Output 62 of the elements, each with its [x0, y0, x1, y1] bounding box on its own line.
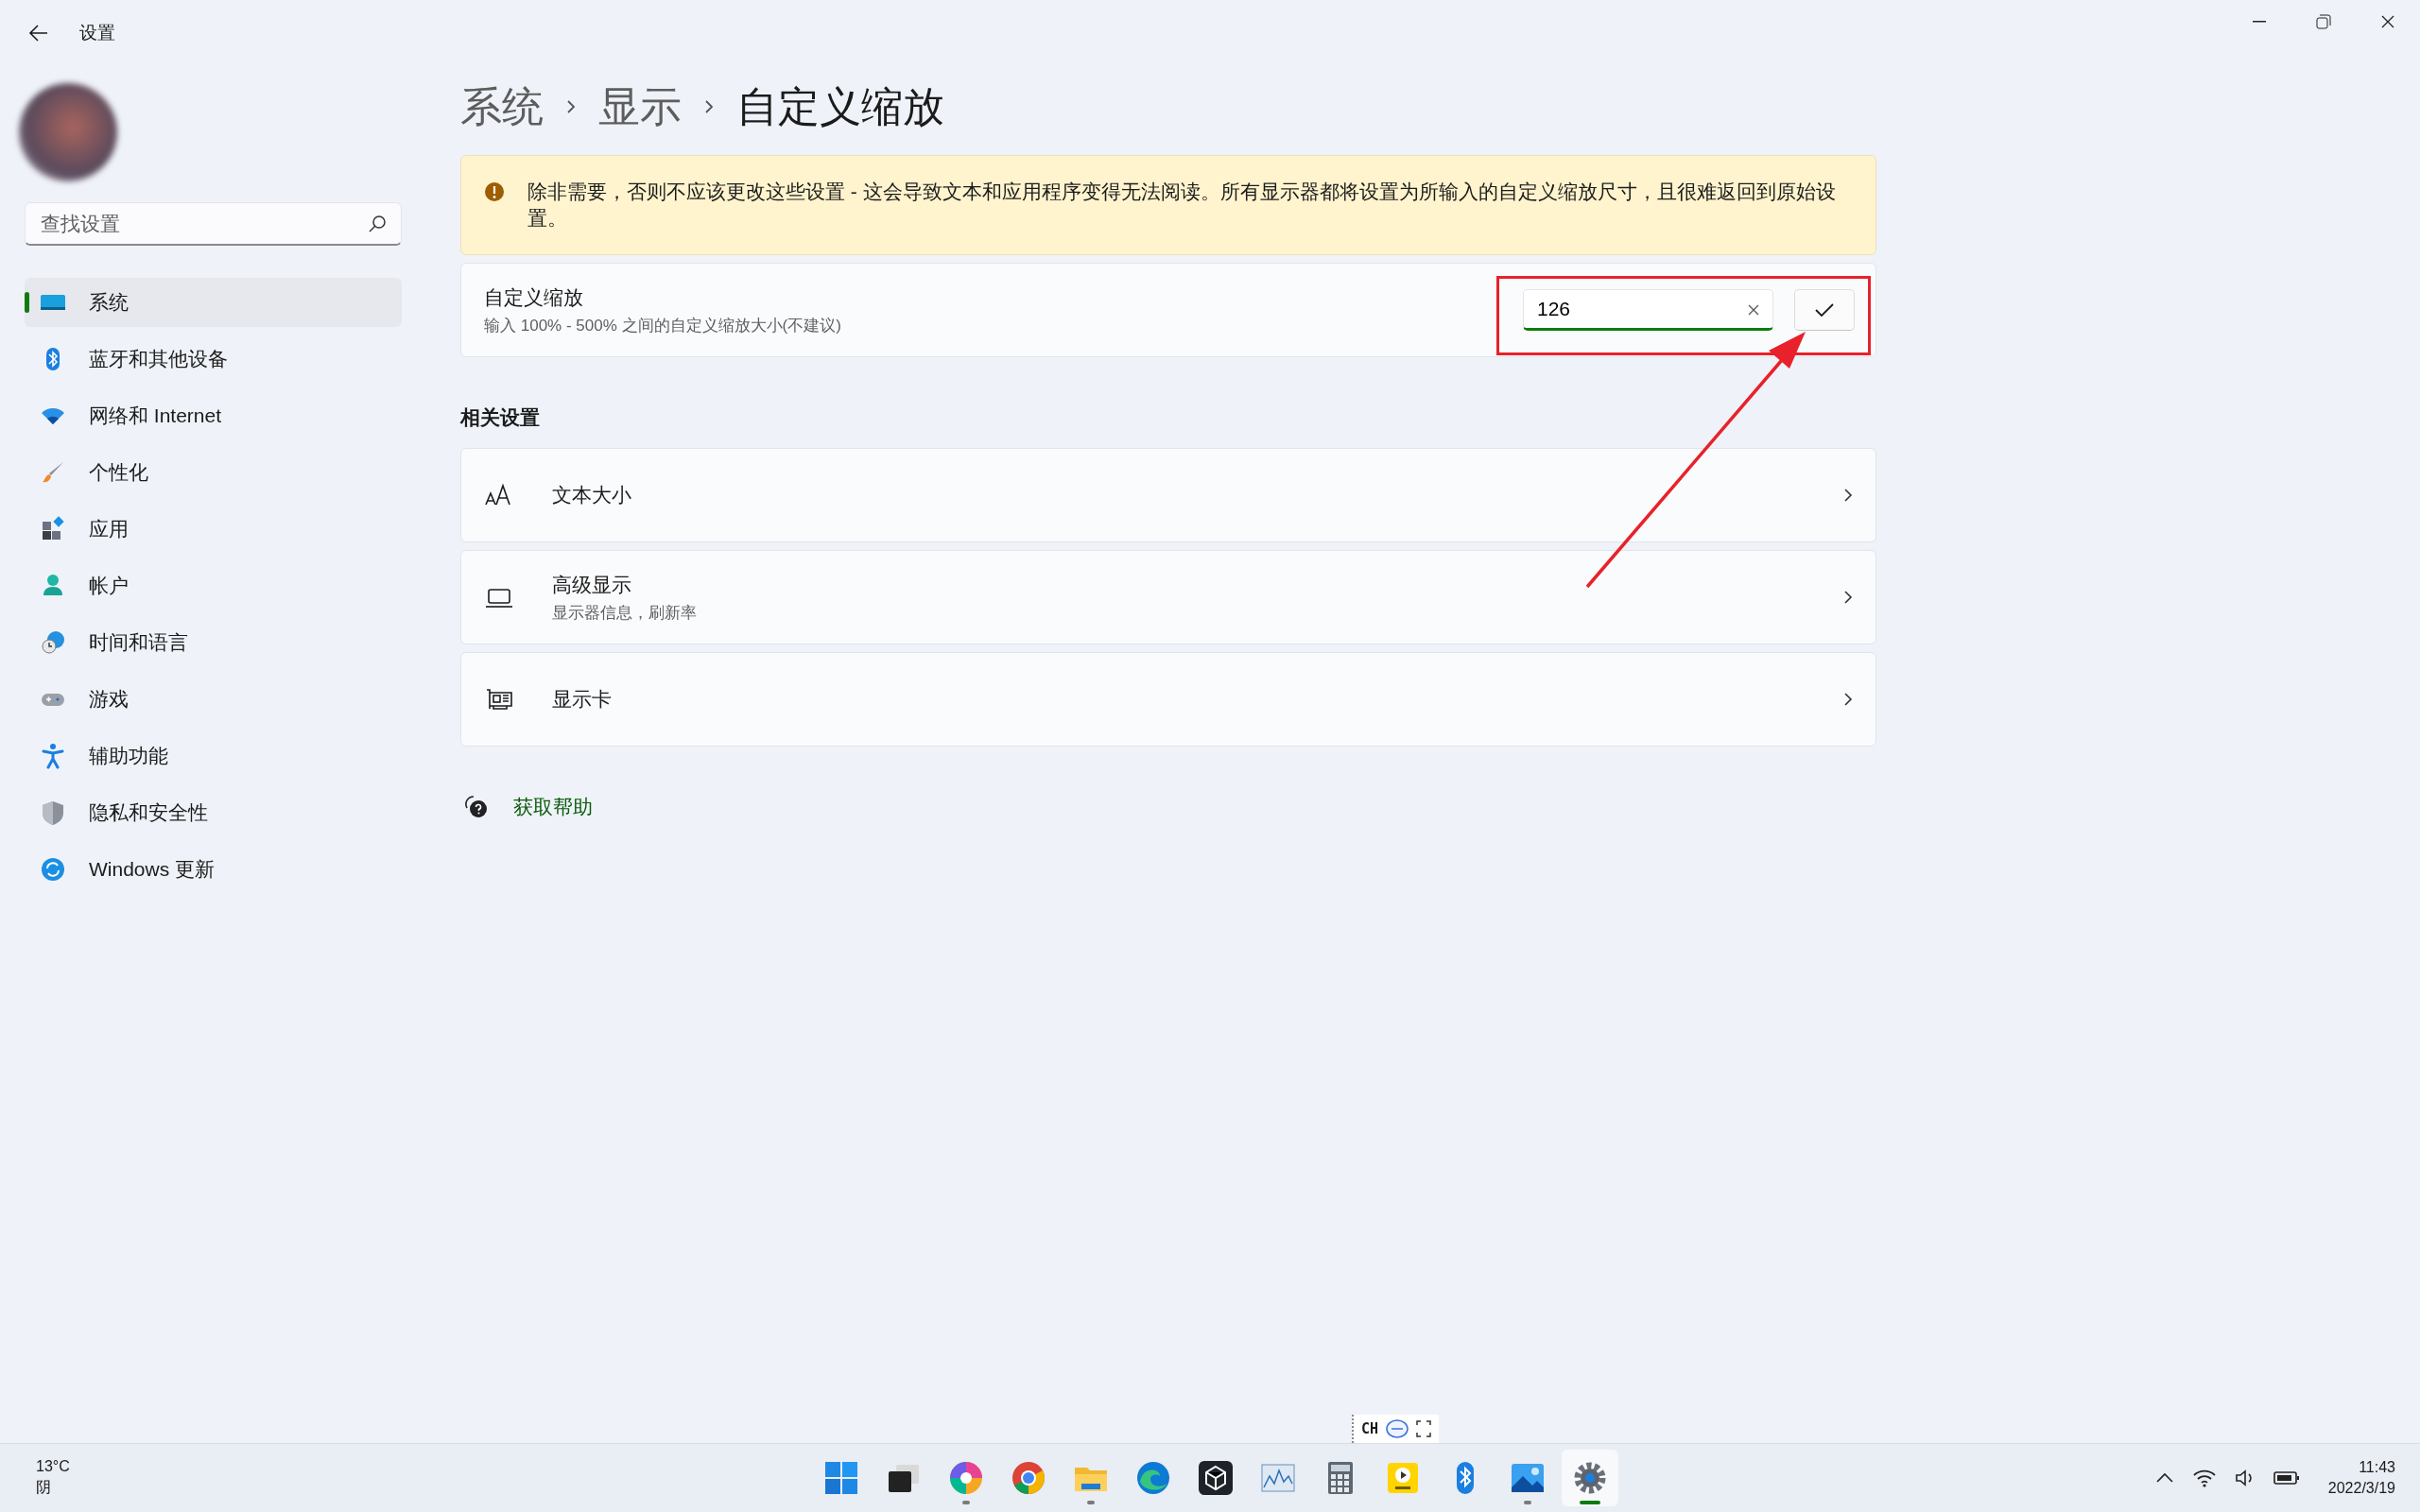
setting-description: 输入 100% - 500% 之间的自定义缩放大小(不建议)	[484, 315, 842, 336]
setting-title: 自定义缩放	[484, 284, 584, 310]
ime-logo-icon[interactable]	[1386, 1418, 1409, 1439]
selection-indicator	[25, 292, 29, 313]
nav-item[interactable]: 时间和语言	[25, 618, 402, 667]
clock-date[interactable]: 2022/3/19	[2327, 1480, 2395, 1497]
settings-link-card[interactable]: 高级显示 显示器信息，刷新率	[460, 550, 1876, 644]
section-heading: 相关设置	[460, 405, 541, 430]
warning-text: 除非需要，否则不应该更改这些设置 - 这会导致文本和应用程序变得无法阅读。所有显示器都将设置为所输入的自定义缩放尺寸，且很难返回到原始设置。	[527, 180, 1836, 229]
window-title: 设置	[79, 22, 115, 44]
back-arrow-icon	[28, 23, 49, 43]
warning-icon	[484, 181, 505, 202]
accessibility-icon	[40, 743, 66, 769]
search-field[interactable]: 查找设置	[25, 202, 402, 246]
nav-item[interactable]: 系统	[25, 278, 402, 327]
temperature: 13°C	[36, 1458, 71, 1475]
breadcrumb-item[interactable]: 显示	[598, 78, 682, 135]
running-indicator	[962, 1501, 970, 1504]
weather-condition: 阴	[36, 1478, 52, 1497]
check-icon	[1814, 302, 1835, 318]
fullscreen-icon[interactable]	[1416, 1420, 1432, 1437]
scale-input-field[interactable]: 126	[1523, 289, 1773, 331]
shield-icon	[40, 799, 66, 826]
pinwheel-icon	[947, 1459, 985, 1497]
browser-icon	[1010, 1459, 1047, 1497]
nav-item[interactable]: 应用	[25, 505, 402, 554]
ime-language[interactable]: CH	[1361, 1420, 1379, 1437]
nav-item[interactable]: 个性化	[25, 448, 402, 497]
battery-icon[interactable]	[2273, 1470, 2300, 1486]
clock-time[interactable]: 11:43	[2359, 1459, 2395, 1476]
card-title: 文本大小	[552, 483, 632, 507]
card-title: 高级显示	[552, 572, 632, 597]
running-indicator	[1087, 1501, 1095, 1504]
nav-item[interactable]: 游戏	[25, 675, 402, 724]
apps-icon	[40, 516, 66, 542]
nav-item[interactable]: 帐户	[25, 561, 402, 610]
nav-item[interactable]: 蓝牙和其他设备	[25, 335, 402, 384]
help-link[interactable]: 获取帮助	[513, 794, 593, 820]
running-indicator	[1580, 1501, 1600, 1504]
globe-clock-icon	[40, 629, 66, 656]
nav-item[interactable]: Windows 更新	[25, 845, 402, 894]
sync-icon	[40, 856, 66, 883]
settings-link-card[interactable]: 文本大小	[460, 448, 1876, 542]
running-indicator	[1524, 1501, 1531, 1504]
wifi-icon[interactable]	[2191, 1468, 2217, 1488]
minimize-icon	[2253, 21, 2266, 23]
breadcrumb-item[interactable]: 系统	[460, 78, 544, 135]
clear-icon[interactable]	[1747, 303, 1760, 317]
restore-icon	[2316, 14, 2331, 29]
nav-item[interactable]: 辅助功能	[25, 731, 402, 781]
nav-item[interactable]: 网络和 Internet	[25, 391, 402, 440]
swirl-icon	[1134, 1459, 1172, 1497]
card-subtitle: 显示器信息，刷新率	[552, 602, 698, 624]
help-icon	[464, 795, 489, 819]
card-title: 显示卡	[552, 687, 613, 712]
cube-icon	[1197, 1459, 1235, 1497]
nav-item[interactable]: 隐私和安全性	[25, 788, 402, 837]
settings-link-card[interactable]: 显示卡	[460, 652, 1876, 747]
close-icon	[2381, 15, 2394, 28]
search-icon[interactable]	[368, 215, 387, 233]
windows-icon	[822, 1459, 860, 1497]
breadcrumb-item: 自定义缩放	[736, 81, 944, 131]
